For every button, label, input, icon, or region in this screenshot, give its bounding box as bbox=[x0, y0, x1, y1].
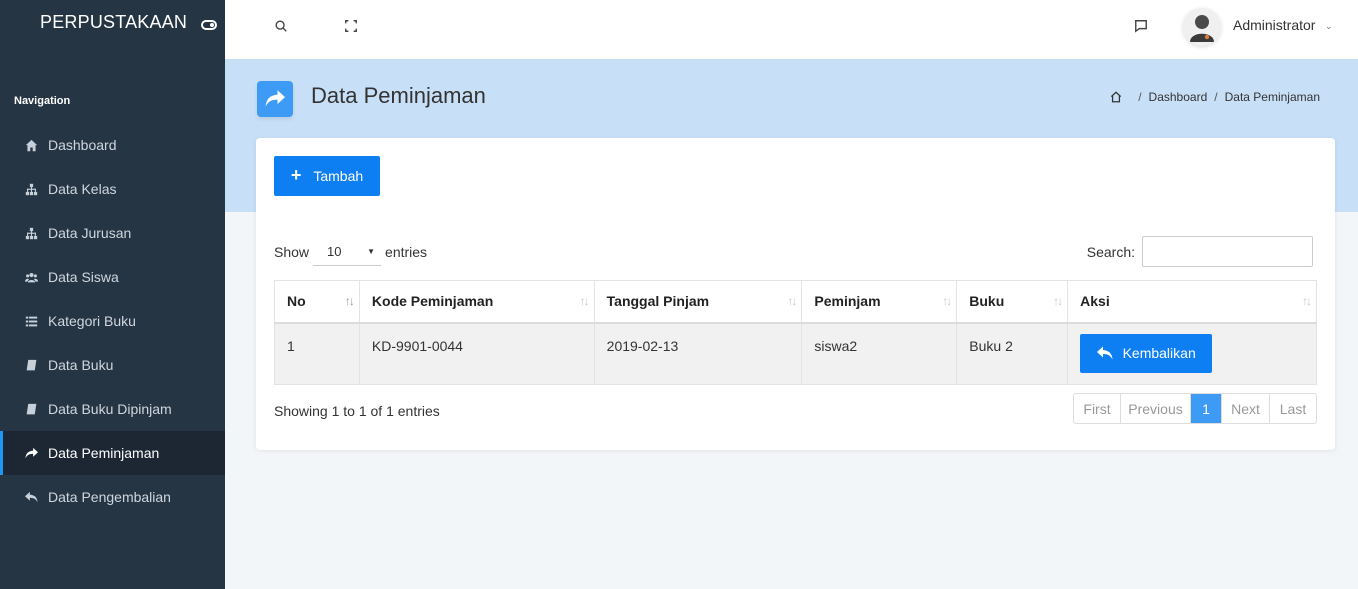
cell-buku: Buku 2 bbox=[956, 322, 1069, 385]
fullscreen-icon[interactable] bbox=[343, 18, 359, 34]
avatar[interactable] bbox=[1183, 8, 1221, 46]
sidebar-item-label: Data Buku Dipinjam bbox=[48, 401, 172, 417]
brand-name: PERPUSTAKAAN bbox=[40, 12, 188, 32]
sort-icon: ↑↓ bbox=[344, 294, 355, 308]
sitemap-icon bbox=[24, 182, 38, 196]
share-icon bbox=[24, 446, 38, 460]
list-icon bbox=[24, 314, 38, 328]
column-header-buku[interactable]: Buku ↑↓ bbox=[956, 280, 1069, 324]
sidebar-item-data-peminjaman[interactable]: Data Peminjaman bbox=[0, 431, 225, 475]
search-label: Search: bbox=[1086, 243, 1135, 260]
return-button[interactable]: Kembalikan bbox=[1080, 333, 1213, 373]
home-icon[interactable] bbox=[1110, 91, 1122, 103]
sitemap-icon bbox=[24, 226, 38, 240]
toggle-icon[interactable] bbox=[201, 19, 218, 30]
page-title: Data Peminjaman bbox=[311, 83, 486, 108]
return-button-label: Kembalikan bbox=[1122, 345, 1196, 361]
search-input[interactable] bbox=[1142, 236, 1313, 267]
search-control: Search: bbox=[1087, 236, 1313, 267]
column-header-peminjam[interactable]: Peminjam ↑↓ bbox=[801, 280, 958, 324]
sidebar-item-data-pengembalian[interactable]: Data Pengembalian bbox=[0, 475, 225, 519]
sidebar-item-data-siswa[interactable]: Data Siswa bbox=[0, 255, 225, 299]
length-control: Show 10 ▼ entries bbox=[274, 238, 427, 266]
sidebar-item-data-buku-dipinjam[interactable]: Data Buku Dipinjam bbox=[0, 387, 225, 431]
sidebar-item-label: Data Jurusan bbox=[48, 225, 132, 241]
sidebar-item-label: Data Kelas bbox=[48, 181, 117, 197]
sidebar-item-data-kelas[interactable]: Data Kelas bbox=[0, 167, 225, 211]
page-previous[interactable]: Previous bbox=[1121, 394, 1191, 423]
cell-tanggal: 2019-02-13 bbox=[593, 322, 803, 385]
sidebar: PERPUSTAKAAN Navigation Dashboard Data K… bbox=[0, 0, 225, 589]
table-info: Showing 1 to 1 of 1 entries bbox=[274, 403, 440, 419]
sort-icon: ↑↓ bbox=[942, 294, 952, 308]
data-card: + Tambah Show 10 ▼ entries Search: No ↑↓ … bbox=[256, 138, 1335, 450]
sidebar-item-label: Kategori Buku bbox=[48, 313, 136, 329]
cell-no: 1 bbox=[274, 322, 360, 385]
add-button[interactable]: + Tambah bbox=[274, 156, 380, 196]
page-next[interactable]: Next bbox=[1222, 394, 1270, 423]
sidebar-item-label: Data Buku bbox=[48, 357, 114, 373]
sort-icon: ↑↓ bbox=[1302, 294, 1312, 308]
users-icon bbox=[24, 270, 38, 284]
home-icon bbox=[24, 138, 38, 152]
sort-icon: ↑↓ bbox=[579, 294, 590, 308]
sort-icon: ↑↓ bbox=[787, 294, 797, 308]
message-icon[interactable] bbox=[1133, 18, 1149, 34]
cell-kode: KD-9901-0044 bbox=[358, 322, 595, 385]
page-first[interactable]: First bbox=[1074, 394, 1121, 423]
show-label: Show bbox=[274, 244, 310, 260]
entries-label: entries bbox=[385, 244, 428, 260]
breadcrumb-separator: / bbox=[1214, 90, 1218, 104]
entries-select[interactable]: 10 ▼ bbox=[313, 238, 382, 266]
sidebar-item-label: Data Peminjaman bbox=[48, 445, 160, 461]
chevron-down-icon[interactable]: ⌄ bbox=[1325, 21, 1333, 32]
book-icon bbox=[24, 358, 38, 372]
sidebar-item-data-buku[interactable]: Data Buku bbox=[0, 343, 225, 387]
sidebar-item-label: Data Pengembalian bbox=[48, 489, 171, 505]
column-header-tanggal[interactable]: Tanggal Pinjam ↑↓ bbox=[593, 280, 803, 324]
sidebar-item-data-jurusan[interactable]: Data Jurusan bbox=[0, 211, 225, 255]
sort-icon: ↑↓ bbox=[1053, 294, 1063, 308]
breadcrumb-dashboard[interactable]: Dashboard bbox=[1149, 90, 1208, 104]
sidebar-item-label: Dashboard bbox=[48, 137, 117, 153]
table-row: 1 KD-9901-0044 2019-02-13 siswa2 Buku 2 … bbox=[274, 322, 1317, 385]
cell-peminjam: siswa2 bbox=[801, 322, 958, 385]
caret-down-icon: ▼ bbox=[367, 247, 376, 256]
page-1[interactable]: 1 bbox=[1191, 394, 1222, 423]
column-header-no[interactable]: No ↑↓ bbox=[274, 280, 360, 324]
cell-aksi: Kembalikan bbox=[1067, 322, 1317, 385]
sidebar-item-label: Data Siswa bbox=[48, 269, 119, 285]
reply-icon bbox=[24, 490, 38, 504]
peminjaman-table: No ↑↓ Kode Peminjaman ↑↓ Tanggal Pinjam ↑↓ … bbox=[274, 280, 1317, 385]
sidebar-item-dashboard[interactable]: Dashboard bbox=[0, 123, 225, 167]
plus-icon: + bbox=[290, 164, 302, 185]
reply-icon bbox=[1096, 346, 1113, 360]
topbar: Administrator ⌄ bbox=[225, 0, 1358, 59]
search-icon[interactable] bbox=[273, 18, 289, 34]
table-header-row: No ↑↓ Kode Peminjaman ↑↓ Tanggal Pinjam ↑↓ … bbox=[274, 280, 1317, 324]
breadcrumb-separator: / bbox=[1138, 90, 1142, 104]
page-last[interactable]: Last bbox=[1270, 394, 1316, 423]
pagination: First Previous 1 Next Last bbox=[1073, 393, 1317, 424]
book-icon bbox=[24, 402, 38, 416]
sidebar-item-kategori-buku[interactable]: Kategori Buku bbox=[0, 299, 225, 343]
user-name[interactable]: Administrator bbox=[1233, 17, 1315, 33]
column-header-kode[interactable]: Kode Peminjaman ↑↓ bbox=[358, 280, 595, 324]
breadcrumb: / Dashboard / Data Peminjaman bbox=[1110, 90, 1320, 104]
nav-list: Dashboard Data Kelas Data Jurusan Data S… bbox=[0, 123, 225, 519]
brand: PERPUSTAKAAN bbox=[0, 0, 225, 59]
breadcrumb-current: Data Peminjaman bbox=[1224, 90, 1320, 104]
entries-select-value: 10 bbox=[327, 244, 342, 259]
add-button-label: Tambah bbox=[313, 168, 364, 184]
column-header-aksi[interactable]: Aksi ↑↓ bbox=[1067, 280, 1317, 324]
share-icon bbox=[257, 81, 293, 117]
